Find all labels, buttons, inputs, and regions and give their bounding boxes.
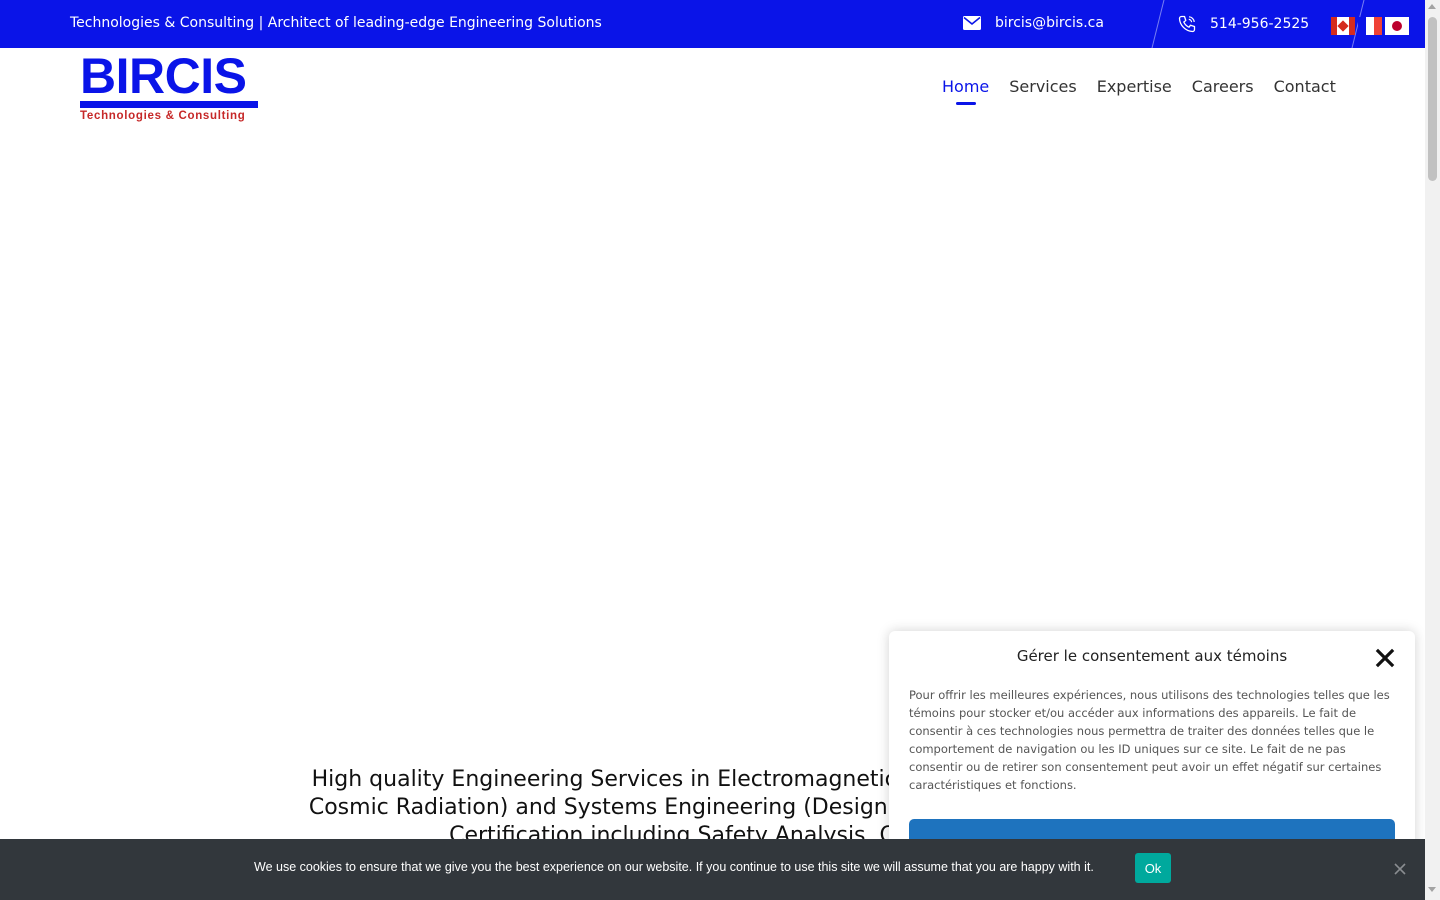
phone-icon [1178,15,1196,33]
language-switcher [1331,17,1409,35]
divider [1150,0,1165,54]
email-address: bircis@bircis.ca [995,15,1104,31]
close-icon[interactable] [1393,862,1407,876]
canada-flag-icon[interactable] [1331,17,1355,35]
top-info-bar: Technologies & Consulting | Architect of… [0,0,1425,54]
main-navigation: Home Services Expertise Careers Contact [942,77,1336,105]
nav-item-home[interactable]: Home [942,77,989,105]
scroll-down-icon[interactable] [1428,887,1436,892]
cookie-message: We use cookies to ensure that we give yo… [254,860,1094,874]
email-link[interactable]: bircis@bircis.ca [963,15,1104,31]
nav-item-expertise[interactable]: Expertise [1097,77,1172,96]
page-scrollbar[interactable] [1425,0,1440,900]
france-flag-icon[interactable] [1358,17,1382,35]
consent-description: Pour offrir les meilleures expériences, … [909,688,1390,792]
nav-item-careers[interactable]: Careers [1192,77,1254,96]
phone-link[interactable]: 514-956-2525 [1178,15,1309,33]
close-icon[interactable] [1375,648,1395,668]
scrollbar-thumb[interactable] [1428,17,1437,181]
envelope-icon [963,16,981,30]
site-tagline: Technologies & Consulting | Architect of… [70,15,602,31]
site-logo[interactable]: BIRCIS Technologies & Consulting [80,48,260,122]
logo-wordmark: BIRCIS [80,48,247,104]
japan-flag-icon[interactable] [1385,17,1409,35]
cookie-notice-bar: We use cookies to ensure that we give yo… [0,839,1425,900]
scroll-up-icon[interactable] [1428,4,1436,9]
nav-item-services[interactable]: Services [1009,77,1076,96]
logo-subtitle: Technologies & Consulting [80,110,246,122]
nav-item-contact[interactable]: Contact [1274,77,1336,96]
consent-title: Gérer le consentement aux témoins [1016,647,1288,665]
cookie-ok-button[interactable]: Ok [1135,853,1171,883]
phone-number: 514-956-2525 [1210,16,1310,32]
